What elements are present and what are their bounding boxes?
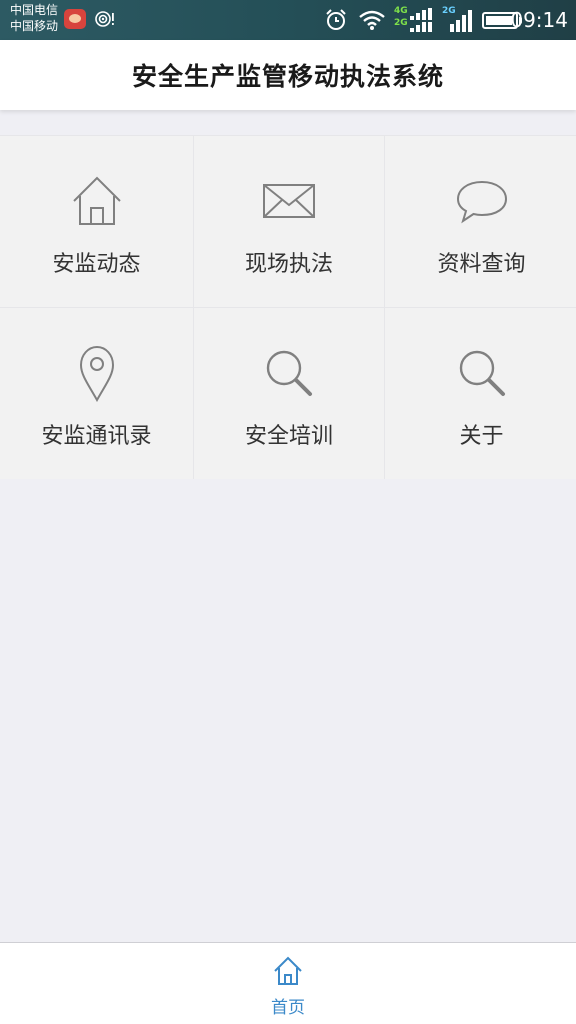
home-icon	[72, 176, 121, 225]
status-icons: 4G 2G 2G 09:14	[316, 0, 576, 40]
menu-item-news[interactable]: 安监动态	[0, 136, 193, 307]
menu-item-label: 关于	[459, 424, 504, 449]
location-pin-icon	[79, 345, 114, 402]
menu-item-training[interactable]: 安全培训	[194, 308, 384, 479]
bottom-nav: 首页	[0, 942, 576, 1024]
network-1-bottom: 2G	[394, 18, 408, 28]
carrier-1: 中国电信	[10, 3, 59, 17]
menu-item-label: 安监通讯录	[41, 424, 152, 449]
home-icon	[274, 956, 302, 985]
menu-item-label: 安全培训	[244, 424, 333, 449]
nav-home-tab[interactable]: 首页	[238, 951, 338, 1021]
weibo-icon	[64, 9, 86, 29]
menu-item-data-query[interactable]: 资料查询	[385, 136, 576, 307]
hotspot-icon	[95, 11, 114, 27]
nav-home-label: 首页	[271, 998, 305, 1018]
carrier-info: 中国电信 中国移动	[10, 2, 58, 34]
mail-icon	[263, 184, 315, 218]
status-bar: 中国电信 中国移动 4G 2G 2G 09:14	[0, 0, 576, 40]
menu-item-label: 资料查询	[437, 252, 526, 277]
status-time: 09:14	[510, 8, 568, 32]
alarm-icon	[326, 9, 346, 30]
search-icon	[459, 350, 505, 396]
signal-icon: 4G 2G	[392, 6, 440, 34]
network-1-top: 4G	[394, 6, 408, 16]
menu-item-directory[interactable]: 安监通讯录	[0, 308, 193, 479]
menu-item-label: 安监动态	[52, 252, 141, 277]
menu-item-field-enforcement[interactable]: 现场执法	[194, 136, 384, 307]
wifi-icon	[359, 10, 385, 30]
menu-item-label: 现场执法	[244, 252, 333, 277]
page-title: 安全生产监管移动执法系统	[131, 62, 444, 91]
chat-bubble-icon	[456, 180, 507, 224]
signal-icon-2: 2G	[440, 6, 480, 34]
carrier-2: 中国移动	[10, 19, 59, 33]
menu-grid: 安监动态 现场执法 资料查询 安监通讯录 安全培训 关于	[0, 135, 576, 479]
menu-item-about[interactable]: 关于	[385, 308, 576, 479]
app-header: 安全生产监管移动执法系统	[0, 40, 576, 110]
search-icon	[266, 350, 312, 396]
